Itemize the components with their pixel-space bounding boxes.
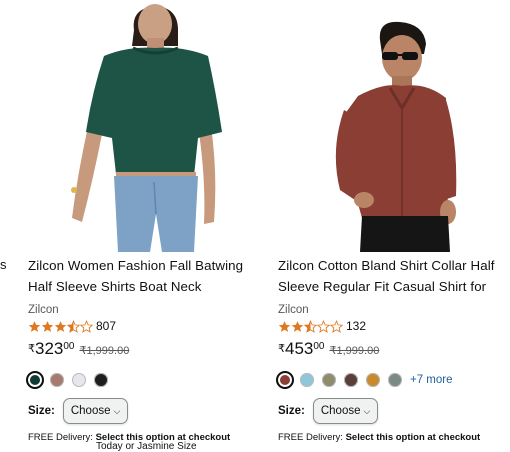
star-full-icon [291, 320, 304, 332]
price-whole: 323 [35, 339, 64, 358]
mrp-price: ₹1,999.00 [79, 345, 130, 357]
color-swatch[interactable] [94, 373, 108, 387]
price[interactable]: ₹ 453 00 ₹1,999.00 [278, 340, 510, 358]
color-swatch[interactable] [276, 371, 294, 389]
review-count[interactable]: 132 [346, 319, 366, 333]
star-rating[interactable] [28, 319, 93, 333]
review-count[interactable]: 807 [96, 319, 116, 333]
star-empty-icon [330, 319, 343, 333]
product-title[interactable]: Zilcon Women Fashion Fall Batwing Half S… [28, 255, 260, 297]
color-swatch[interactable] [50, 373, 64, 387]
size-dropdown[interactable]: Choose ⌵ [62, 398, 129, 424]
delivery-value: Select this option at checkout [345, 432, 481, 443]
delivery-label: FREE Delivery: [28, 432, 93, 443]
size-label: Size: [278, 405, 305, 417]
star-empty-icon [80, 319, 93, 333]
product-card[interactable]: Zilcon Women Fashion Fall Batwing Half S… [26, 0, 260, 443]
star-rating[interactable] [278, 319, 343, 333]
rating-row[interactable]: 132 [278, 319, 510, 333]
price-whole: 453 [285, 339, 314, 358]
color-swatch[interactable] [26, 371, 44, 389]
delivery-label: FREE Delivery: [278, 432, 343, 443]
color-swatch[interactable] [72, 373, 86, 387]
color-swatch[interactable] [322, 373, 336, 387]
mrp-price: ₹1,999.00 [329, 345, 380, 357]
size-dropdown[interactable]: Choose ⌵ [312, 398, 379, 424]
product-image[interactable] [278, 0, 510, 252]
chevron-down-icon: ⌵ [113, 405, 121, 416]
star-full-icon [41, 320, 54, 332]
size-row: Size: Choose ⌵ [278, 398, 510, 424]
price[interactable]: ₹ 323 00 ₹1,999.00 [28, 340, 260, 358]
star-half-icon [67, 319, 80, 333]
star-full-icon [278, 320, 291, 332]
star-full-icon [28, 320, 41, 332]
product-image[interactable] [28, 0, 260, 252]
woman-green-top-image [71, 4, 222, 252]
size-row: Size: Choose ⌵ [28, 398, 260, 424]
product-brand: Zilcon [278, 304, 309, 316]
size-label: Size: [28, 405, 55, 417]
product-brand: Zilcon [28, 304, 59, 316]
more-colors-link[interactable]: +7 more [410, 374, 453, 386]
product-card[interactable]: Zilcon Cotton Bland Shirt Collar Half Sl… [276, 0, 510, 443]
color-swatch[interactable] [344, 373, 358, 387]
color-swatches [26, 370, 260, 390]
rating-row[interactable]: 807 [28, 319, 260, 333]
star-half-icon [304, 319, 317, 333]
star-full-icon [54, 320, 67, 332]
star-empty-icon [317, 319, 330, 333]
size-dropdown-label: Choose [70, 405, 111, 417]
color-swatches: +7 more [276, 370, 510, 390]
color-swatch[interactable] [300, 373, 314, 387]
delivery-info: FREE Delivery: Select this option at che… [278, 432, 510, 443]
color-swatch[interactable] [366, 373, 380, 387]
man-rust-shirt-image [335, 21, 457, 252]
price-fraction: 00 [63, 341, 75, 352]
price-currency: ₹ [278, 343, 285, 355]
cut-off-text: Today or Jasmine Size [96, 441, 197, 452]
previous-card-title-fragment: s [0, 257, 7, 272]
chevron-down-icon: ⌵ [363, 405, 371, 416]
price-fraction: 00 [313, 341, 325, 352]
price-currency: ₹ [28, 343, 35, 355]
size-dropdown-label: Choose [320, 405, 361, 417]
color-swatch[interactable] [388, 373, 402, 387]
product-title[interactable]: Zilcon Cotton Bland Shirt Collar Half Sl… [278, 255, 510, 297]
